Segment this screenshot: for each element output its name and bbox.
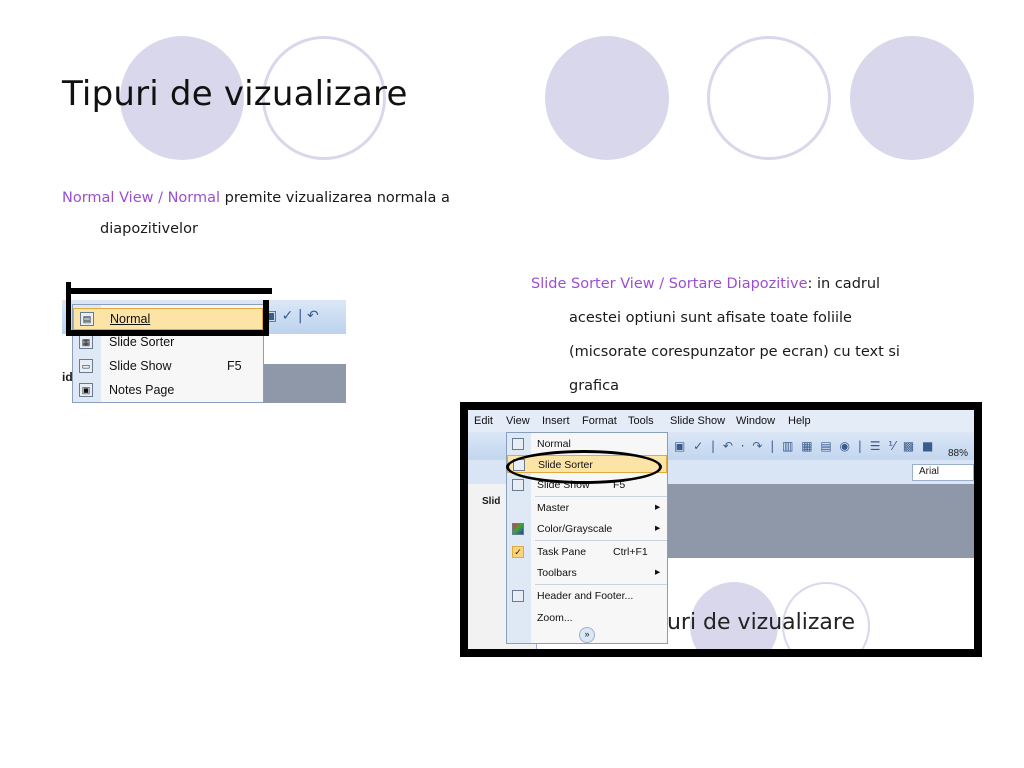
- page-title: Tipuri de vizualizare: [62, 74, 408, 114]
- screenshot-view-menu-normal: ▣ ✓ | ↶ id ▤ Normal ▦ Slide Sorter ▭ Sli…: [62, 282, 346, 403]
- menu-separator: [535, 540, 667, 541]
- slide-sorter-desc-line2: (micsorate corespunzator pe ecran) cu te…: [569, 344, 900, 360]
- menu-item-zoom[interactable]: Zoom...: [507, 609, 667, 627]
- font-name-field[interactable]: Arial: [912, 464, 974, 481]
- menu-slide-show[interactable]: Slide Show: [670, 415, 725, 427]
- menu-help[interactable]: Help: [788, 415, 811, 427]
- slides-tab[interactable]: Slid: [482, 496, 500, 507]
- annotation-box-bottom: [66, 330, 269, 336]
- notes-page-icon: ▣: [79, 383, 93, 397]
- menu-tools[interactable]: Tools: [628, 415, 654, 427]
- menu-item-label: Normal: [110, 312, 151, 326]
- zoom-box[interactable]: 88%: [948, 448, 968, 459]
- menu-separator: [535, 496, 667, 497]
- menu-item-header-footer[interactable]: Header and Footer...: [507, 587, 667, 605]
- menu-item-slide-show[interactable]: ▭ Slide Show F5: [73, 356, 263, 378]
- slide-sorter-desc-line1: acestei optiuni sunt afisate toate folii…: [569, 310, 852, 326]
- annotation-box-top: [66, 288, 272, 294]
- menu-edit[interactable]: Edit: [474, 415, 493, 427]
- normal-view-icon: ▤: [80, 312, 94, 326]
- decor-circle-filled-2: [545, 36, 669, 160]
- menu-item-label: Header and Footer...: [537, 590, 634, 602]
- workspace-gray: [648, 484, 974, 558]
- submenu-arrow-icon: ▸: [655, 522, 661, 534]
- slide-canvas: [648, 558, 974, 649]
- menu-bar: Edit View Insert Format Tools Slide Show…: [468, 410, 974, 432]
- screenshot-inner: Edit View Insert Format Tools Slide Show…: [468, 410, 974, 649]
- decor-circle-filled-3: [850, 36, 974, 160]
- checkmark-icon: ✓: [512, 546, 524, 558]
- menu-item-master[interactable]: Master ▸: [507, 499, 667, 517]
- annotation-box-left: [66, 282, 71, 336]
- expand-menu-chevron-icon[interactable]: »: [579, 627, 595, 643]
- menu-window[interactable]: Window: [736, 415, 775, 427]
- menu-item-label: Notes Page: [109, 383, 175, 397]
- menu-view[interactable]: View: [506, 415, 530, 427]
- menu-item-toolbars[interactable]: Toolbars ▸: [507, 564, 667, 582]
- menu-item-label: Task Pane: [537, 546, 587, 558]
- slide-sorter-icon: ▦: [79, 335, 93, 349]
- normal-view-desc: premite vizualizarea normala a: [220, 190, 450, 206]
- menu-item-color-grayscale[interactable]: Color/Grayscale ▸: [507, 520, 667, 538]
- slide-sorter-desc: : in cadrul: [807, 276, 881, 292]
- annotation-oval: [506, 450, 662, 484]
- menu-item-normal[interactable]: ▤ Normal: [73, 308, 263, 330]
- slide-title-fragment: puri de vizualizare: [653, 610, 856, 635]
- normal-view-term: Normal View / Normal: [62, 190, 221, 206]
- menu-insert[interactable]: Insert: [542, 415, 570, 427]
- color-grayscale-icon: [512, 523, 524, 535]
- slide-sorter-term: Slide Sorter View / Sortare Diapozitive: [531, 276, 808, 292]
- paragraph-normal-view: Normal View / Normal premite vizualizare…: [62, 183, 482, 245]
- slide-sorter-desc-line3: grafica: [569, 378, 620, 394]
- normal-view-desc-line2: diapozitivelor: [100, 221, 198, 237]
- menu-item-notes-page[interactable]: ▣ Notes Page: [73, 380, 263, 402]
- menu-separator: [535, 584, 667, 585]
- menu-item-shortcut: F5: [227, 359, 242, 373]
- toolbar-icons: ▣ ✓ | ↶: [264, 308, 319, 324]
- workspace-gray: [262, 364, 346, 403]
- menu-format[interactable]: Format: [582, 415, 617, 427]
- menu-item-label: Slide Show: [109, 359, 172, 373]
- slide-show-icon: [512, 479, 524, 491]
- menu-item-label: Zoom...: [537, 612, 573, 624]
- menu-item-label: Toolbars: [537, 567, 577, 579]
- paragraph-slide-sorter: Slide Sorter View / Sortare Diapozitive:…: [531, 267, 981, 403]
- menu-item-label: Slide Sorter: [109, 335, 175, 349]
- normal-view-icon: [512, 438, 524, 450]
- slide-show-icon: ▭: [79, 359, 93, 373]
- menu-item-label: Normal: [537, 438, 571, 450]
- menu-item-task-pane[interactable]: ✓ Task Pane Ctrl+F1: [507, 543, 667, 561]
- submenu-arrow-icon: ▸: [655, 566, 661, 578]
- header-footer-icon: [512, 590, 524, 602]
- submenu-arrow-icon: ▸: [655, 501, 661, 513]
- menu-item-label: Color/Grayscale: [537, 523, 613, 535]
- view-menu-dropdown: ▤ Normal ▦ Slide Sorter ▭ Slide Show F5 …: [72, 304, 264, 403]
- menu-item-label: Master: [537, 502, 570, 514]
- screenshot-view-menu-slide-sorter: Edit View Insert Format Tools Slide Show…: [460, 402, 982, 657]
- menu-item-shortcut: Ctrl+F1: [613, 546, 648, 558]
- decor-circle-ring-2: [707, 36, 831, 160]
- toolbar-icons: ▣ ✓ | ↶ · ↷ | ▥ ▦ ▤ ◉ | ☰ ⅟ ▩ ■: [674, 439, 936, 453]
